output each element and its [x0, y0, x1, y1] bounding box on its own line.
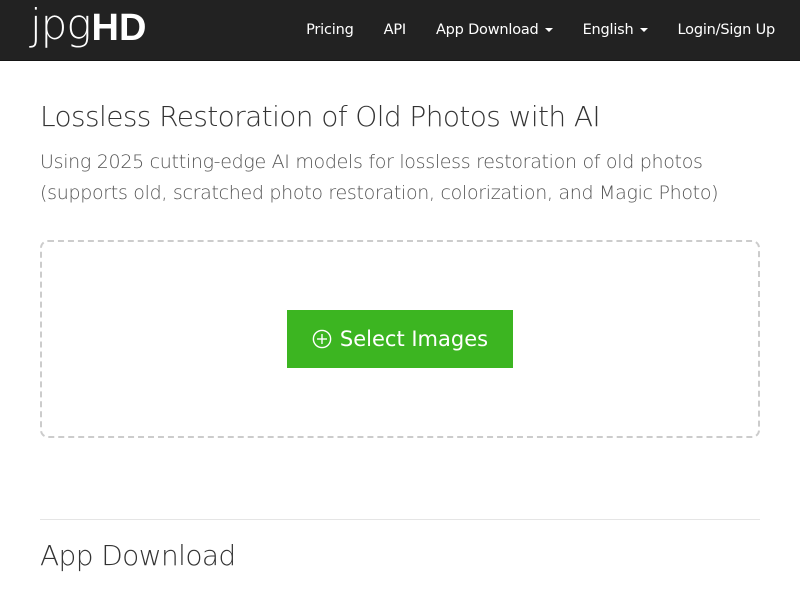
logo-light-text: jpg [30, 0, 92, 49]
nav-pricing-link[interactable]: Pricing [306, 22, 354, 38]
page-subtitle: Using 2025 cutting-edge AI models for lo… [40, 151, 719, 204]
page-title: Lossless Restoration of Old Photos with … [40, 100, 601, 133]
nav-api-link[interactable]: API [384, 22, 407, 38]
top-navbar: jpg HD Pricing API App Download English … [0, 0, 800, 61]
nav-app-download-dropdown[interactable]: App Download [436, 22, 553, 38]
caret-down-icon [544, 28, 553, 32]
nav-language-label: English [582, 22, 634, 38]
nav-language-dropdown[interactable]: English [583, 22, 648, 38]
site-logo[interactable]: jpg HD [30, 2, 146, 54]
plus-circle-icon [312, 329, 332, 349]
logo-bold-text: HD [91, 7, 147, 49]
select-images-button[interactable]: Select Images [287, 310, 513, 368]
nav-app-download-label: App Download [435, 22, 539, 38]
caret-down-icon [639, 28, 648, 32]
nav-login-link[interactable]: Login/Sign Up [678, 22, 776, 38]
app-download-heading: App Download [40, 539, 236, 572]
select-images-label: Select Images [339, 327, 489, 351]
nav-links: Pricing API App Download English Login/S… [276, 0, 775, 60]
section-divider [40, 519, 760, 520]
